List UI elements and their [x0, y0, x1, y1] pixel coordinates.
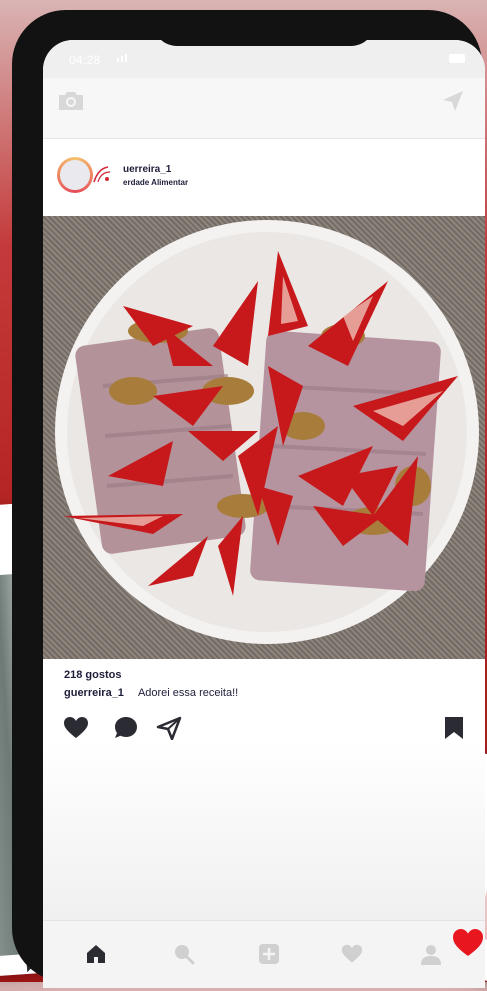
post-header: uerreira_1 erdade Alimentar	[43, 140, 485, 216]
send-icon[interactable]	[156, 715, 182, 741]
profile-icon[interactable]	[420, 943, 442, 965]
camera-icon[interactable]	[57, 90, 85, 112]
comment-icon[interactable]	[113, 715, 139, 741]
add-icon[interactable]	[258, 943, 280, 965]
caption-text: Adorei essa receita!!	[137, 687, 239, 699]
phone-screen: 04:28 uerreira_1 erdade Alimentar 218 go…	[43, 40, 485, 988]
heart-icon[interactable]	[63, 715, 89, 741]
status-time: 04:28	[69, 53, 101, 67]
likes-count[interactable]: 218 gostos	[64, 669, 121, 681]
post-caption: guerreira_1 Adorei essa receita!!	[64, 687, 238, 699]
phone-frame: 04:28 uerreira_1 erdade Alimentar 218 go…	[12, 10, 485, 988]
post-image[interactable]	[43, 216, 485, 659]
brand-logo-icon	[93, 166, 111, 183]
heart-icon[interactable]	[452, 928, 484, 958]
signal-icon	[117, 54, 127, 62]
app-top-bar	[43, 78, 485, 139]
feed-empty-area	[43, 740, 485, 920]
waffle-strawberry-photo	[55, 220, 479, 644]
heart-icon[interactable]	[341, 943, 363, 965]
phone-notch	[153, 10, 375, 46]
search-icon[interactable]	[173, 943, 195, 965]
caption-username[interactable]: guerreira_1	[64, 687, 124, 699]
battery-icon	[449, 54, 465, 63]
bookmark-icon[interactable]	[441, 715, 467, 741]
bottom-nav	[43, 920, 485, 988]
post-username[interactable]: uerreira_1	[123, 164, 171, 175]
post-subtitle: erdade Alimentar	[123, 178, 189, 187]
send-icon[interactable]	[441, 89, 465, 113]
home-icon[interactable]	[85, 943, 107, 965]
